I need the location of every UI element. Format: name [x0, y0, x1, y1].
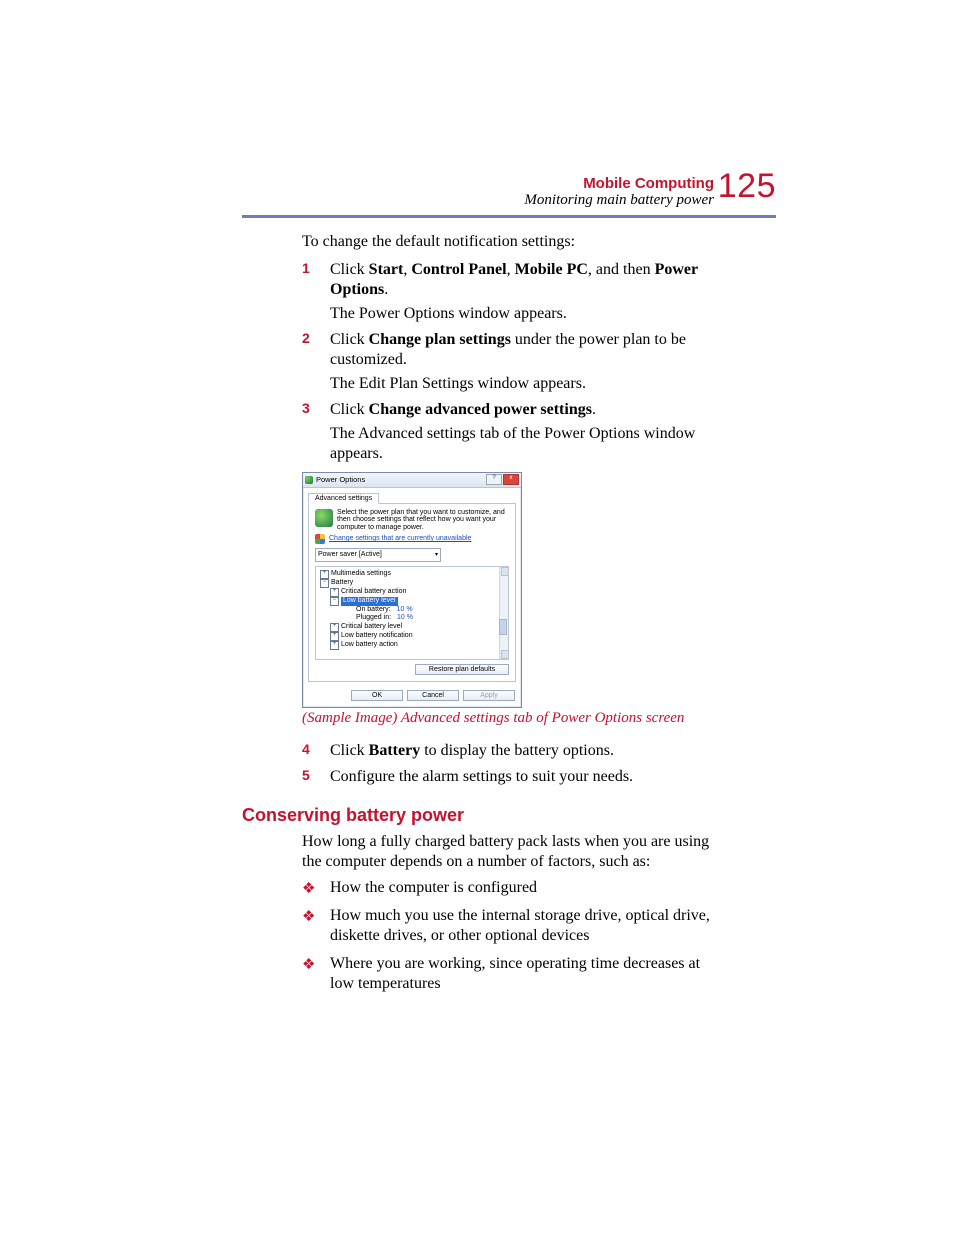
scrollbar[interactable] [499, 567, 508, 659]
expand-icon[interactable]: + [330, 623, 339, 632]
step-number: 1 [302, 260, 310, 278]
step-item: 2 Click Change plan settings under the po… [242, 330, 714, 394]
step-subtext: The Power Options window appears. [330, 304, 714, 324]
restore-defaults-button[interactable]: Restore plan defaults [415, 664, 509, 675]
collapse-icon[interactable]: − [330, 597, 339, 606]
step-item: 1 Click Start, Control Panel, Mobile PC, … [242, 260, 714, 324]
settings-tree[interactable]: +Multimedia settings −Battery +Critical … [315, 566, 509, 660]
power-plan-icon [315, 509, 333, 527]
bullet-list: ❖ How the computer is configured ❖ How much… [242, 878, 714, 994]
step-item: 4 Click Battery to display the battery op… [242, 741, 714, 761]
header-rule [242, 215, 776, 218]
expand-icon[interactable]: + [330, 641, 339, 650]
diamond-bullet-icon: ❖ [302, 956, 315, 975]
power-options-dialog: Power Options ? x Advanced settings Sele… [302, 472, 522, 708]
apply-button[interactable]: Apply [463, 690, 515, 701]
close-button[interactable]: x [503, 474, 519, 485]
figure-caption: (Sample Image) Advanced settings tab of … [302, 710, 714, 727]
bullet-text: How the computer is configured [330, 879, 537, 896]
conserving-intro: How long a fully charged battery pack la… [302, 832, 714, 872]
bullet-item: ❖ How much you use the internal storage d… [242, 906, 714, 946]
expand-icon[interactable]: + [320, 570, 329, 579]
help-button[interactable]: ? [486, 474, 502, 485]
page: Mobile Computing 125 Monitoring main bat… [0, 0, 954, 994]
step-text: Click Change advanced power settings. [330, 401, 596, 418]
plan-selected: Power saver [Active] [318, 551, 382, 558]
step-item: 5 Configure the alarm settings to suit yo… [242, 767, 714, 787]
shield-icon [315, 534, 325, 544]
tree-low-battery-level[interactable]: Low battery level [341, 597, 398, 606]
tree-critical-action[interactable]: Critical battery action [341, 588, 406, 597]
step-text: Click Battery to display the battery opt… [330, 742, 614, 759]
expand-icon[interactable]: + [330, 632, 339, 641]
tab-advanced-settings[interactable]: Advanced settings [308, 493, 379, 504]
step-number: 4 [302, 741, 310, 759]
header-chapter: Mobile Computing [583, 176, 714, 192]
step-number: 2 [302, 330, 310, 348]
dialog-body: Select the power plan that you want to c… [308, 503, 516, 682]
step-subtext: The Advanced settings tab of the Power O… [330, 424, 714, 464]
steps-list-a: 1 Click Start, Control Panel, Mobile PC, … [242, 260, 714, 464]
bullet-item: ❖ Where you are working, since operating … [242, 954, 714, 994]
figure-power-options: Power Options ? x Advanced settings Sele… [302, 472, 714, 708]
step-item: 3 Click Change advanced power settings. Th… [242, 400, 714, 464]
step-text: Click Start, Control Panel, Mobile PC, a… [330, 261, 698, 298]
bullet-item: ❖ How the computer is configured [242, 878, 714, 898]
dialog-tabs: Advanced settings [303, 488, 521, 503]
expand-icon[interactable]: + [330, 588, 339, 597]
scrollbar-thumb[interactable] [499, 619, 507, 635]
chevron-down-icon: ▾ [435, 551, 438, 558]
step-subtext: The Edit Plan Settings window appears. [330, 374, 714, 394]
intro-paragraph: To change the default notification setti… [302, 232, 714, 252]
diamond-bullet-icon: ❖ [302, 880, 315, 899]
collapse-icon[interactable]: − [320, 579, 329, 588]
page-header: Mobile Computing 125 Monitoring main bat… [242, 175, 714, 218]
plan-dropdown[interactable]: Power saver [Active] ▾ [315, 548, 441, 562]
tree-low-action[interactable]: Low battery action [341, 641, 398, 650]
step-text: Configure the alarm settings to suit you… [330, 768, 633, 785]
tree-low-notification[interactable]: Low battery notification [341, 632, 413, 641]
tree-plugged-in[interactable]: Plugged in: 10 % [318, 614, 506, 623]
steps-list-b: 4 Click Battery to display the battery op… [242, 741, 714, 787]
cancel-button[interactable]: Cancel [407, 690, 459, 701]
dialog-titlebar: Power Options ? x [303, 473, 521, 488]
tree-multimedia[interactable]: Multimedia settings [331, 570, 391, 579]
bullet-text: How much you use the internal storage dr… [330, 907, 710, 944]
tree-battery[interactable]: Battery [331, 579, 353, 588]
diamond-bullet-icon: ❖ [302, 908, 315, 927]
step-text: Click Change plan settings under the pow… [330, 331, 686, 368]
header-section: Monitoring main battery power [524, 192, 714, 208]
ok-button[interactable]: OK [351, 690, 403, 701]
uac-link[interactable]: Change settings that are currently unava… [329, 535, 471, 542]
page-number: 125 [718, 169, 776, 205]
step-number: 5 [302, 767, 310, 785]
power-icon [305, 476, 313, 484]
tree-critical-level[interactable]: Critical battery level [341, 623, 402, 632]
heading-conserving-battery: Conserving battery power [242, 805, 714, 826]
step-number: 3 [302, 400, 310, 418]
dialog-description: Select the power plan that you want to c… [337, 509, 509, 532]
bullet-text: Where you are working, since operating t… [330, 955, 700, 992]
dialog-title: Power Options [316, 475, 365, 484]
tree-on-battery[interactable]: On battery: 10 % [318, 606, 506, 615]
